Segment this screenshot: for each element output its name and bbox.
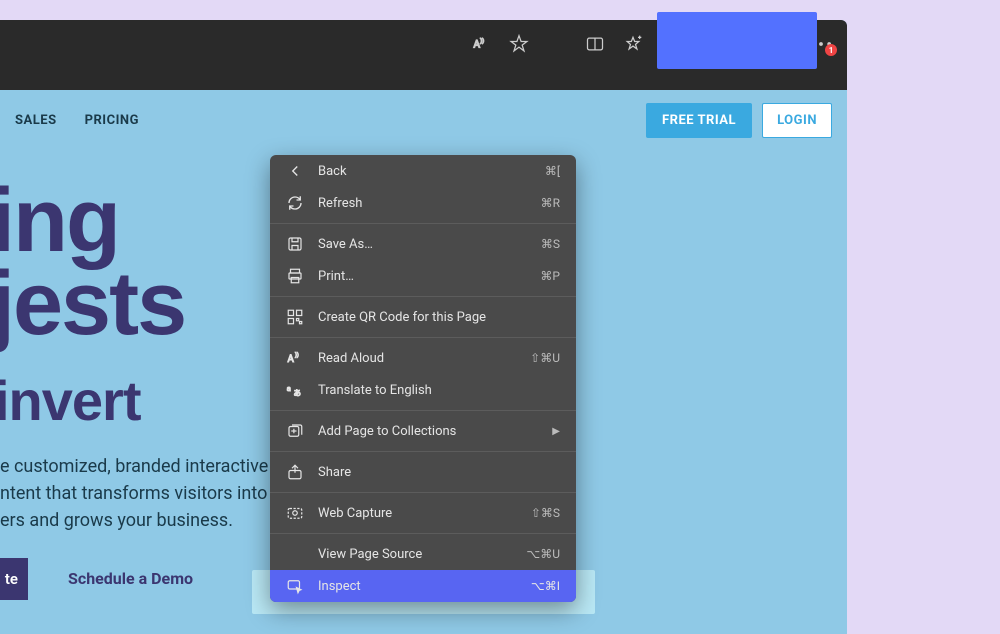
svg-text:あ: あ (294, 388, 302, 397)
hero-primary-button[interactable]: te (0, 558, 28, 600)
save-icon (286, 235, 304, 253)
refresh-icon (286, 194, 304, 212)
read-aloud-icon[interactable]: A)) (471, 34, 491, 54)
blank-icon (286, 545, 304, 563)
context-menu: Back ⌘[ Refresh ⌘R Save As… ⌘S Print… ⌘P Create … (270, 155, 576, 602)
schedule-demo-link[interactable]: Schedule a Demo (68, 569, 193, 588)
menu-item-view-page-source[interactable]: View Page Source ⌥⌘U (270, 538, 576, 570)
submenu-arrow-icon: ▶ (552, 426, 560, 437)
menu-shortcut: ⌘S (541, 237, 560, 251)
menu-shortcut: ⌥⌘U (526, 547, 560, 561)
svg-text:)): )) (480, 37, 484, 44)
menu-item-web-capture[interactable]: Web Capture ⇧⌘S (270, 497, 576, 529)
menu-label: Refresh (318, 196, 527, 211)
menu-shortcut: ⌘R (541, 196, 560, 210)
translate-icon: aあ (286, 381, 304, 399)
menu-shortcut: ⌥⌘I (531, 579, 560, 593)
menu-item-read-aloud[interactable]: A)) Read Aloud ⇧⌘U (270, 342, 576, 374)
menu-label: Back (318, 164, 531, 179)
svg-text:A: A (288, 354, 295, 365)
menu-label: Print… (318, 269, 526, 284)
print-icon (286, 267, 304, 285)
menu-item-add-page-to-collections[interactable]: Add Page to Collections ▶ (270, 415, 576, 447)
menu-item-print[interactable]: Print… ⌘P (270, 260, 576, 292)
nav-link-sales[interactable]: SALES (15, 113, 57, 128)
menu-label: Save As… (318, 237, 527, 252)
menu-item-back[interactable]: Back ⌘[ (270, 155, 576, 187)
menu-shortcut: ⌘[ (545, 164, 560, 178)
menu-label: Create QR Code for this Page (318, 310, 546, 325)
svg-text:a: a (287, 384, 291, 393)
menu-label: Translate to English (318, 383, 546, 398)
menu-item-share[interactable]: Share (270, 456, 576, 488)
free-trial-button[interactable]: FREE TRIAL (646, 103, 752, 138)
share-icon (286, 463, 304, 481)
menu-item-refresh[interactable]: Refresh ⌘R (270, 187, 576, 219)
nav-link-pricing[interactable]: PRICING (85, 113, 139, 128)
split-screen-icon[interactable] (585, 34, 605, 54)
menu-label: View Page Source (318, 547, 512, 562)
inspect-icon (286, 577, 304, 595)
favorites-icon[interactable] (623, 34, 643, 54)
login-button[interactable]: LOGIN (762, 103, 832, 138)
collections-icon (286, 422, 304, 440)
menu-label: Web Capture (318, 506, 517, 521)
notification-badge: 1 (825, 44, 837, 56)
capture-icon (286, 504, 304, 522)
qr-icon (286, 308, 304, 326)
hero-body: e customized, branded interactive ntent … (0, 453, 270, 534)
menu-label: Inspect (318, 579, 517, 594)
favorite-star-icon[interactable] (509, 34, 529, 54)
menu-shortcut: ⇧⌘U (530, 351, 560, 365)
menu-item-inspect[interactable]: Inspect ⌥⌘I (270, 570, 576, 602)
menu-shortcut: ⌘P (540, 269, 560, 283)
menu-label: Add Page to Collections (318, 424, 538, 439)
read-icon: A)) (286, 349, 304, 367)
menu-label: Share (318, 465, 546, 480)
menu-item-save-as[interactable]: Save As… ⌘S (270, 228, 576, 260)
site-nav: SALES PRICING FREE TRIAL LOGIN (0, 90, 847, 150)
menu-item-translate-to-english[interactable]: aあ Translate to English (270, 374, 576, 406)
svg-text:)): )) (295, 352, 299, 359)
menu-item-create-qr-code-for-this-page[interactable]: Create QR Code for this Page (270, 301, 576, 333)
back-icon (286, 162, 304, 180)
menu-label: Read Aloud (318, 351, 516, 366)
menu-shortcut: ⇧⌘S (531, 506, 560, 520)
